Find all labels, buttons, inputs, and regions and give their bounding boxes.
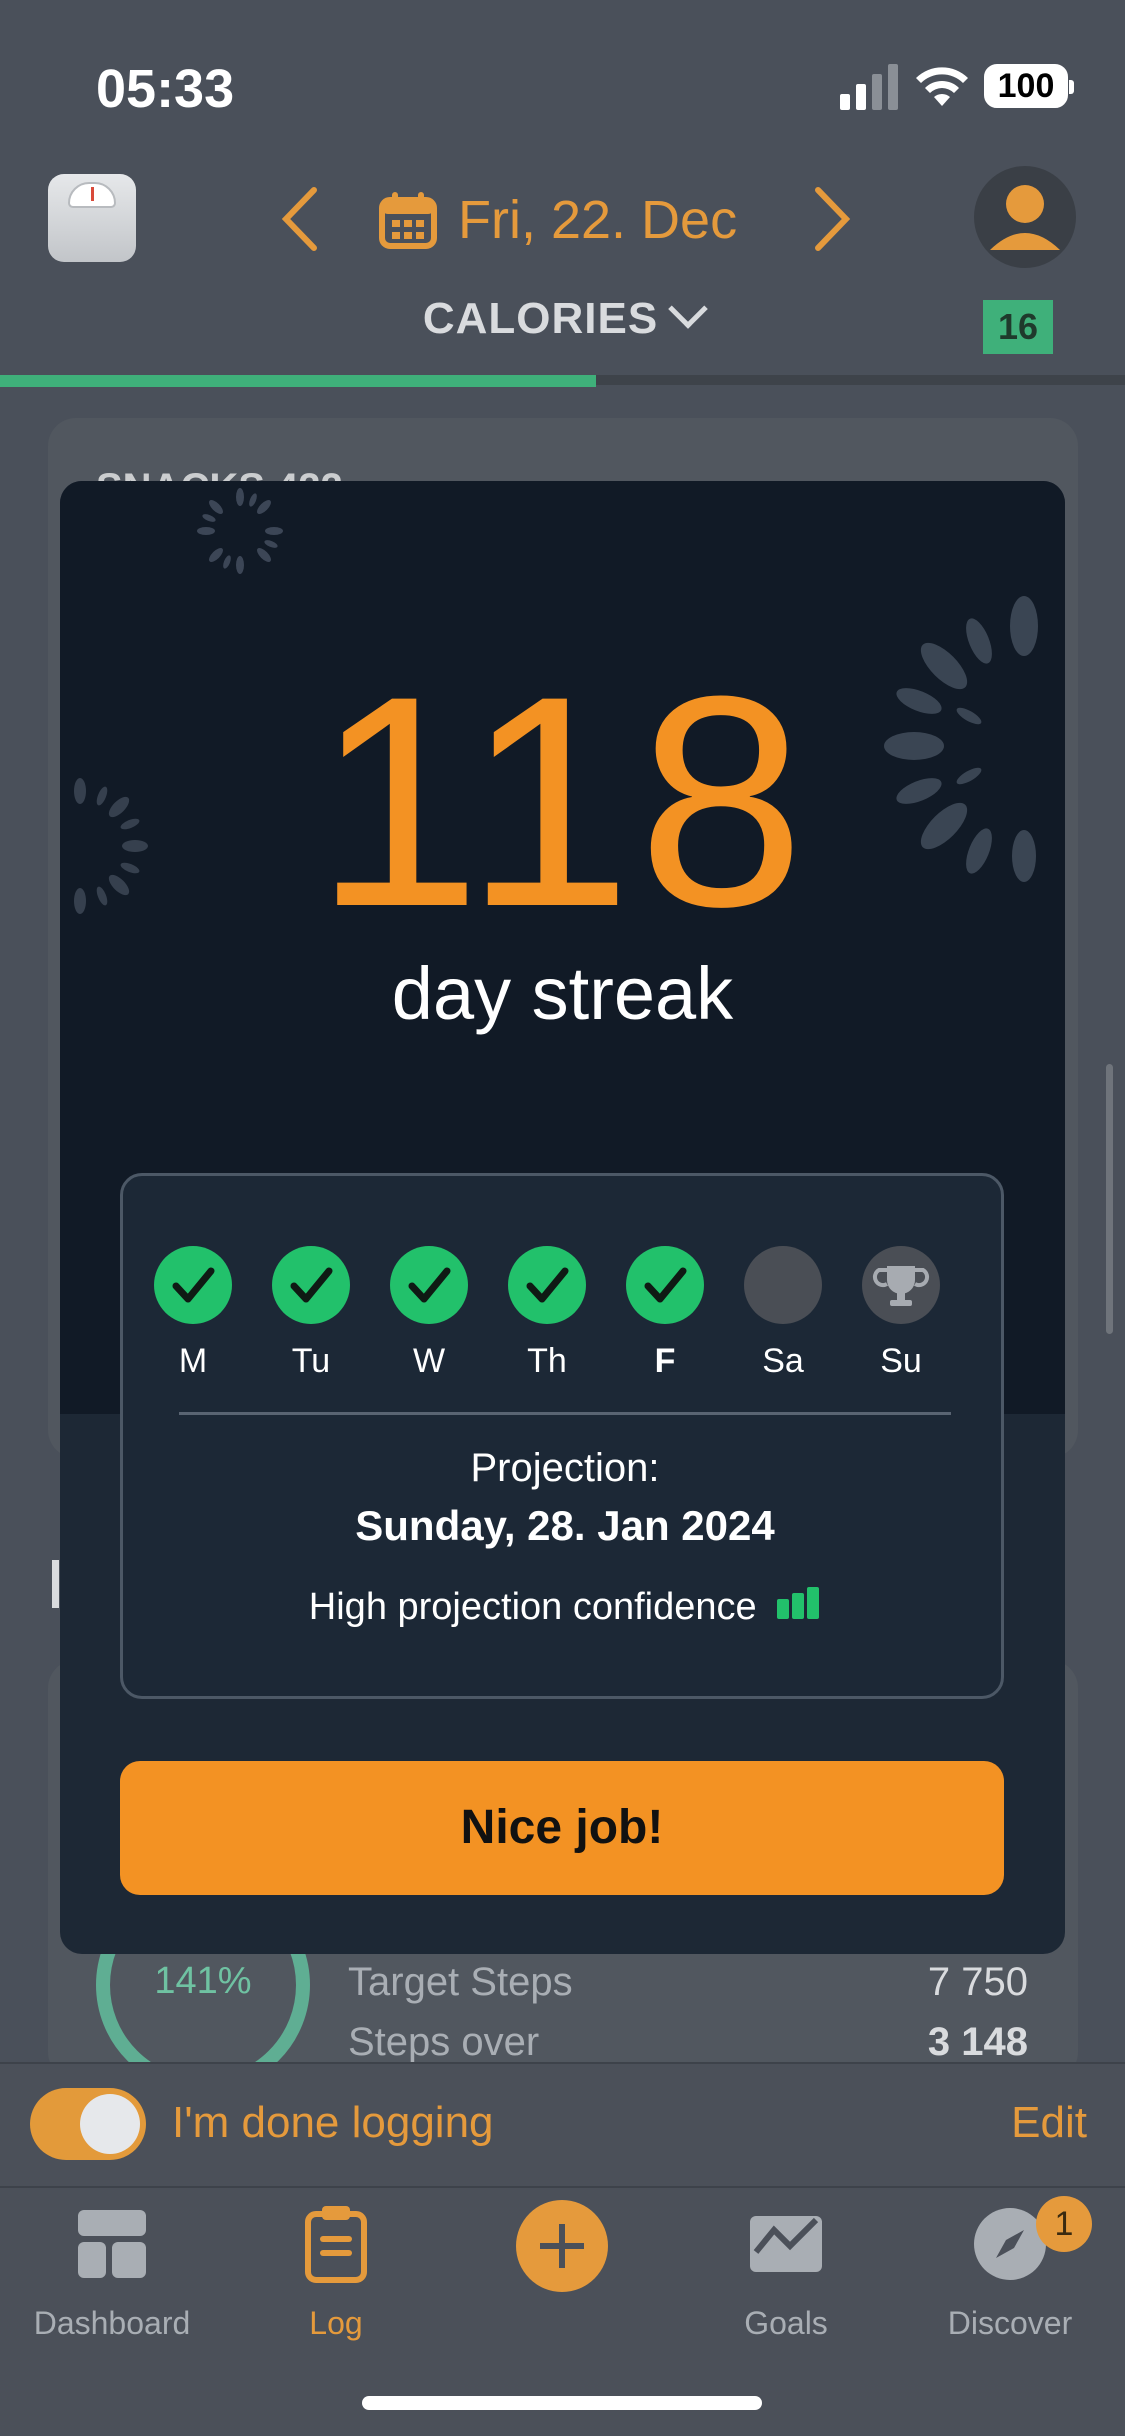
target-steps-value: 7 750 — [927, 1960, 1028, 2004]
done-logging-toggle[interactable] — [30, 2088, 146, 2160]
tab-label: Log — [309, 2305, 363, 2341]
edit-button[interactable]: Edit — [1011, 2098, 1087, 2148]
trophy-icon — [862, 1246, 940, 1324]
weekday-0: M — [153, 1246, 233, 1381]
tab-label: Discover — [947, 2305, 1073, 2341]
dashboard-icon — [78, 2210, 146, 2278]
projection-date: Sunday, 28. Jan 2024 — [355, 1502, 775, 1549]
battery-indicator: 100 — [984, 64, 1074, 108]
add-entry-button[interactable] — [516, 2200, 608, 2292]
done-logging-label: I'm done logging — [172, 2098, 494, 2147]
status-bar: 05:33 100 — [0, 0, 1125, 170]
status-time: 05:33 — [96, 59, 235, 119]
steps-over-row: Steps over 3 148 — [348, 2020, 1028, 2065]
weekday-4: F — [625, 1246, 705, 1381]
wifi-icon — [916, 67, 968, 106]
streak-count: 118 — [314, 633, 811, 969]
previous-day-button[interactable] — [272, 184, 332, 254]
weekday-label: Sa — [762, 1342, 804, 1380]
tab-label: Dashboard — [33, 2305, 191, 2341]
current-date: Fri, 22. Dec — [458, 190, 738, 250]
weekday-label: Tu — [291, 1342, 331, 1380]
streak-modal: 118 day streak M Tu W Th F Sa Su Projection: S… — [60, 481, 1065, 1954]
clipboard-icon — [305, 2206, 367, 2283]
scrollbar[interactable] — [1106, 1064, 1113, 1334]
target-steps-row: Target Steps 7 750 — [348, 1960, 1028, 2005]
checkmark-icon — [508, 1246, 586, 1324]
tab-goals[interactable]: Goals — [686, 2204, 886, 2342]
checkmark-icon — [390, 1246, 468, 1324]
projection-confidence: High projection confidence — [123, 1586, 1007, 1629]
toggle-knob — [80, 2094, 140, 2154]
checkmark-icon — [626, 1246, 704, 1324]
tab-label: Goals — [744, 2305, 828, 2341]
weekday-5: Sa — [743, 1246, 823, 1381]
avatar-icon — [990, 185, 1060, 250]
weekday-6: Su — [861, 1246, 941, 1381]
date-selector[interactable]: Fri, 22. Dec — [378, 180, 737, 260]
projection-title: Projection: — [470, 1446, 660, 1490]
next-day-button[interactable] — [800, 184, 860, 254]
calories-mode-selector[interactable]: CALORIES — [0, 289, 1125, 344]
divider — [179, 1412, 951, 1415]
steps-over-value: 3 148 — [927, 2020, 1028, 2064]
tab-dashboard[interactable]: Dashboard — [12, 2204, 212, 2342]
weekday-label: M — [178, 1342, 208, 1380]
chevron-down-icon — [668, 289, 708, 329]
weekday-label: F — [654, 1342, 676, 1380]
empty-day-circle — [744, 1246, 822, 1324]
weekday-label: W — [412, 1342, 446, 1380]
weekday-3: Th — [507, 1246, 587, 1381]
steps-ring-percent: 141% — [154, 1960, 252, 2002]
calorie-progress-bar — [0, 375, 597, 387]
checkmark-icon — [272, 1246, 350, 1324]
firework-icon — [197, 488, 283, 574]
mode-label: CALORIES — [422, 294, 659, 343]
scale-icon — [68, 182, 116, 208]
weekday-2: W — [389, 1246, 469, 1381]
streak-label: day streak — [391, 952, 734, 1035]
checkmark-icon — [154, 1246, 232, 1324]
nice-job-button[interactable]: Nice job! — [120, 1761, 1004, 1895]
steps-over-label: Steps over — [348, 2020, 540, 2064]
confidence-bars-icon — [777, 1586, 820, 1619]
home-indicator[interactable] — [362, 2396, 762, 2410]
confidence-label: High projection confidence — [308, 1586, 757, 1628]
weekday-1: Tu — [271, 1246, 351, 1381]
weekday-label: Su — [880, 1342, 922, 1380]
list-marker — [52, 1560, 59, 1608]
weight-scale-button[interactable] — [48, 174, 136, 262]
goals-icon — [750, 2216, 822, 2272]
target-steps-label: Target Steps — [348, 1960, 573, 2004]
signal-icon — [840, 64, 898, 110]
calendar-icon — [379, 192, 437, 249]
notification-badge: 1 — [1036, 2196, 1092, 2252]
streak-badge[interactable]: 16 — [983, 300, 1053, 354]
weekly-streak-panel: M Tu W Th F Sa Su Projection: Sunday, 28. Jan … — [120, 1173, 1004, 1699]
profile-button[interactable] — [974, 166, 1076, 268]
done-logging-bar — [0, 2062, 1125, 2186]
weekday-label: Th — [527, 1342, 567, 1380]
tab-log[interactable]: Log — [236, 2204, 436, 2342]
